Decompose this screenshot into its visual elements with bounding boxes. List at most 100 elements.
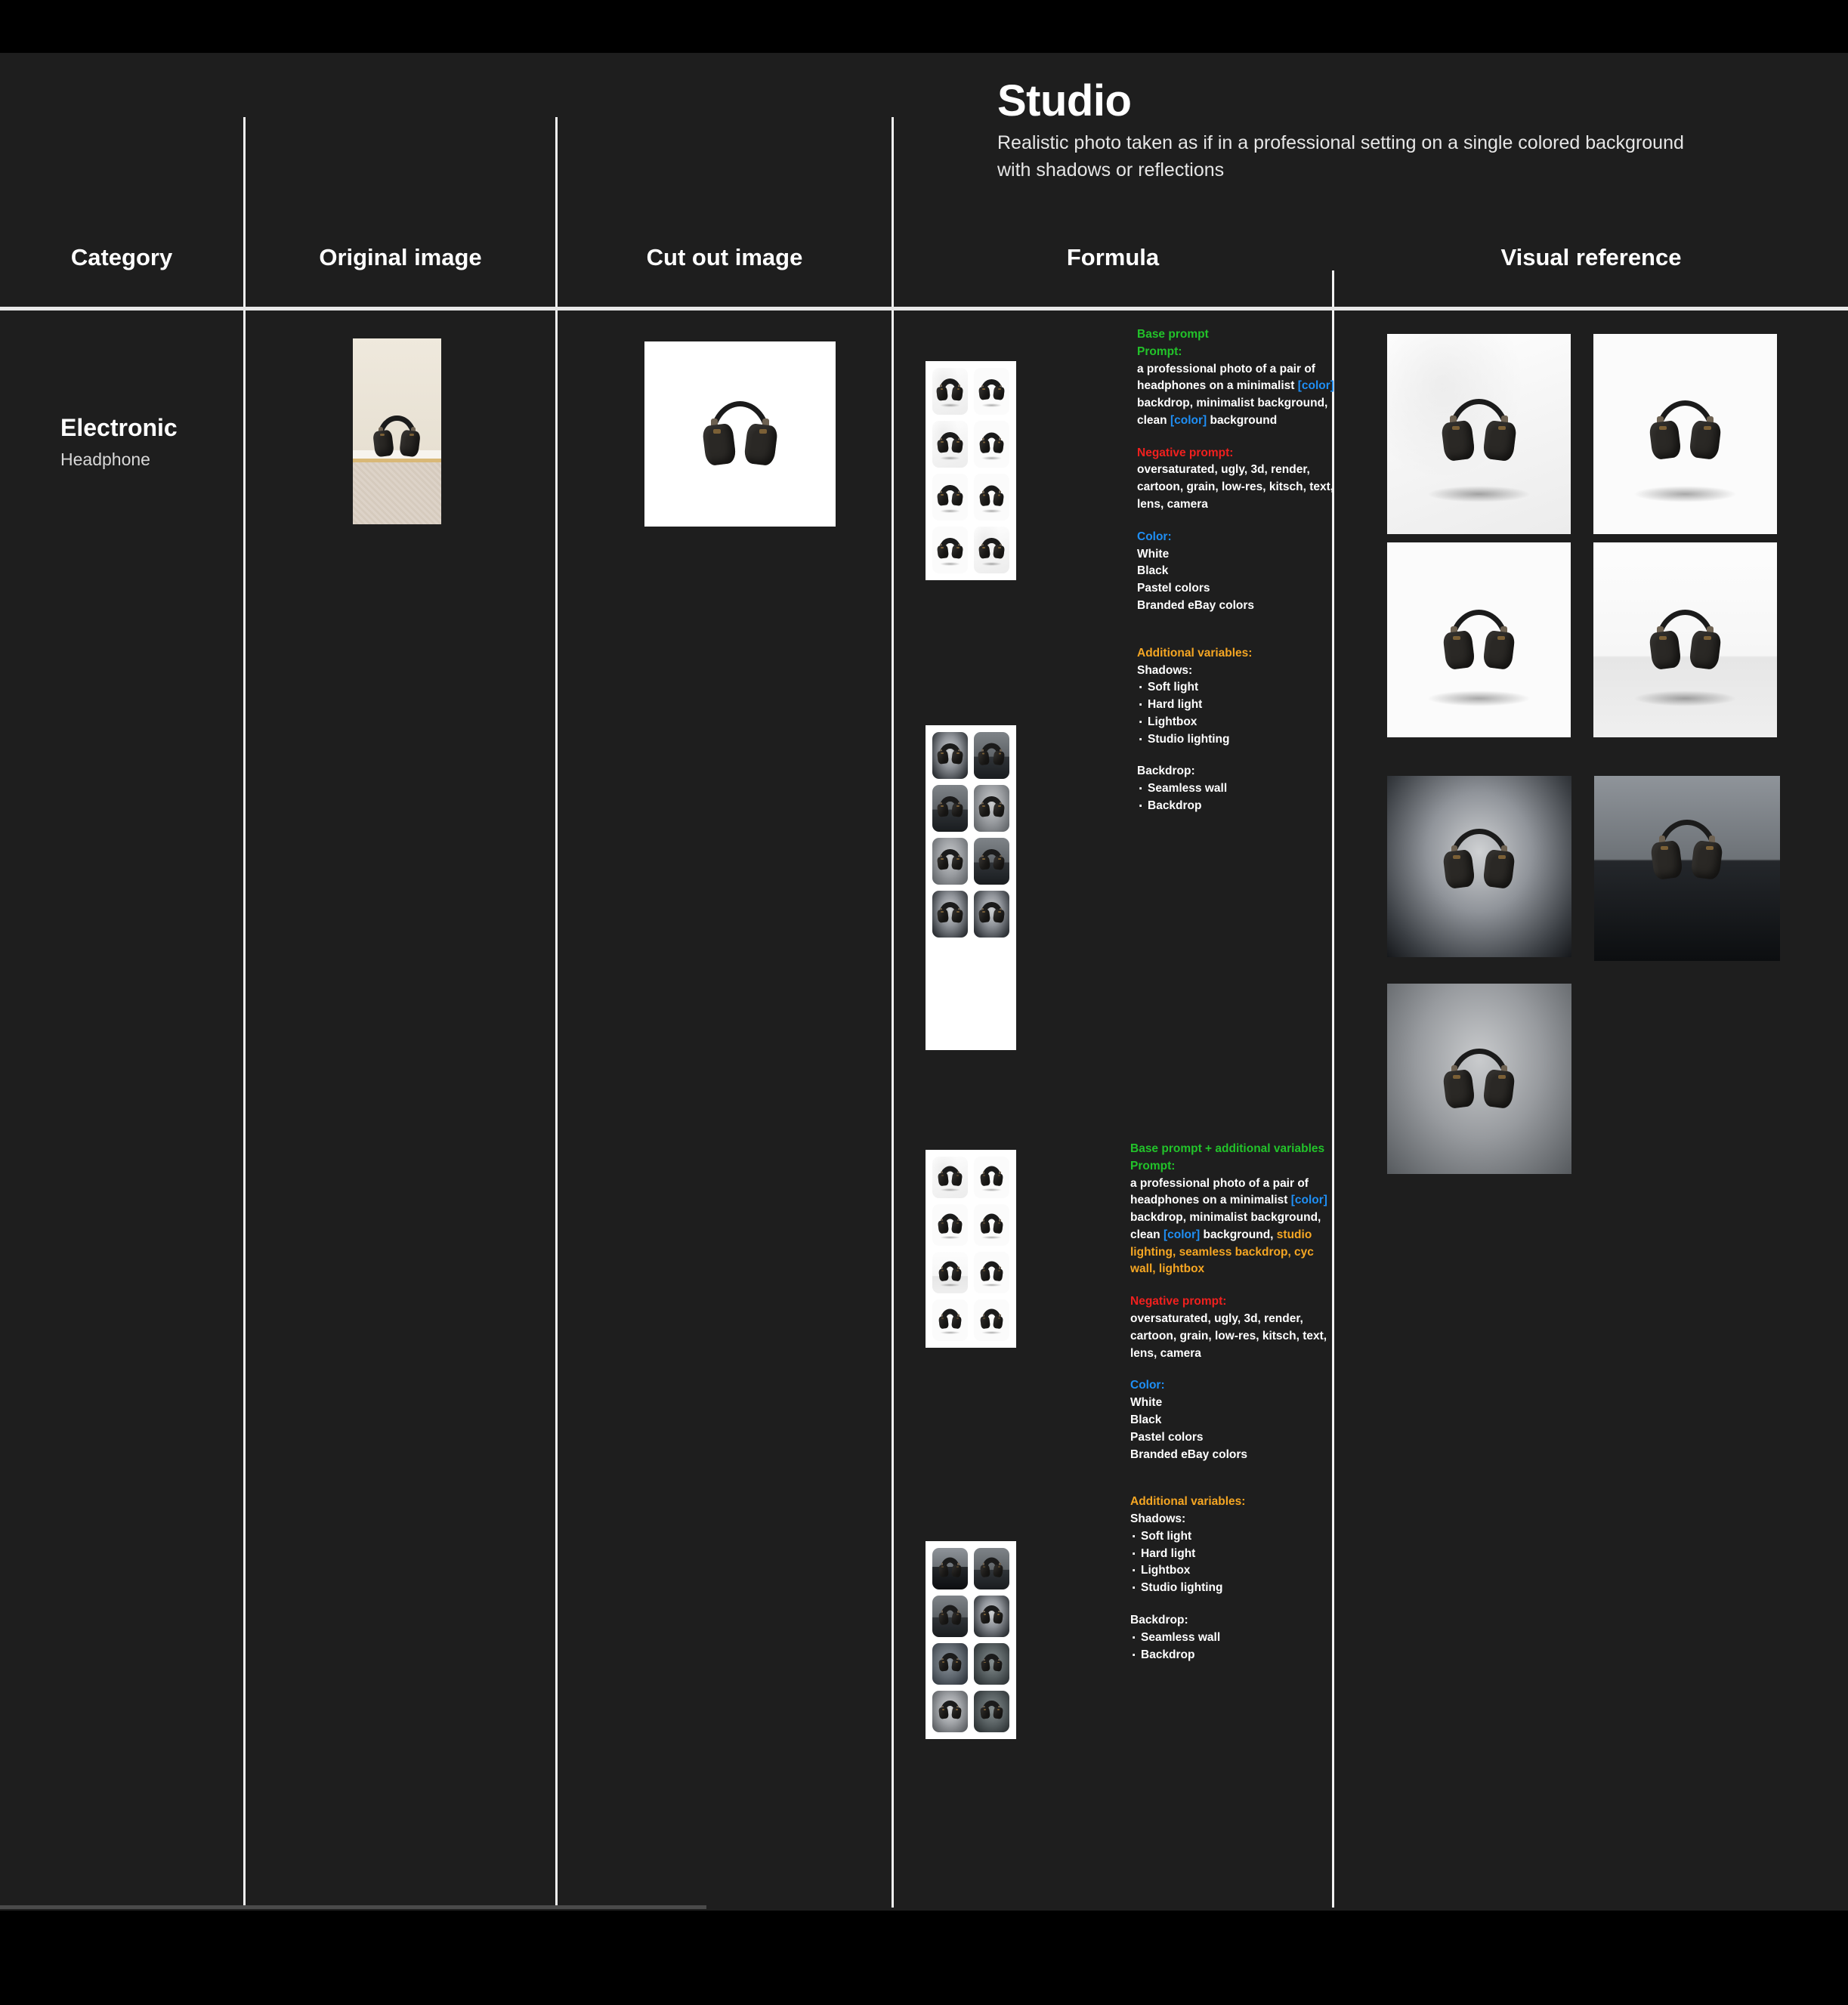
visual-reference-image-7 [1387,984,1571,1174]
grid-thumbnail [932,527,968,573]
cut-out-image [644,341,836,527]
color-option: Black [1137,564,1169,578]
shadows-list-item: Studio lighting [1139,730,1341,751]
base-prompt-label: Base prompt [1137,328,1209,341]
grid-thumbnail [974,1596,1009,1637]
shadows-label: Shadows: [1137,663,1193,677]
color-option: Black [1130,1413,1162,1426]
negative-prompt-text: oversaturated, ugly, 3d, render, cartoon… [1137,463,1334,511]
image-grid-wrapper [932,368,1009,573]
visual-reference-image-2 [1593,334,1777,534]
image-grid-wrapper [932,732,1009,938]
column-header-formula: Formula [1066,244,1160,270]
grid-thumbnail [932,421,968,468]
prompt-color-token: [color] [1170,413,1207,427]
original-image [353,338,441,524]
grid-thumbnail [974,1252,1009,1293]
grid-thumbnail [932,1691,968,1732]
grid-thumbnail [932,1548,968,1589]
prompt-label: Prompt: [1137,344,1182,358]
column-divider-3 [892,117,894,1908]
shadows-list-item: Soft light [1132,1527,1334,1548]
column-divider-1 [243,117,246,1908]
color-option: Pastel colors [1130,1430,1204,1444]
column-header-category: Category [70,244,173,270]
headphone-illustration [1432,605,1526,682]
grid-thumbnail [974,838,1009,885]
backdrop-label: Backdrop: [1137,765,1195,778]
prompt-label: Prompt: [1130,1159,1176,1172]
header-rule [0,307,1848,310]
image-grid-wrapper [932,1157,1009,1341]
headphone-illustration [1640,815,1734,892]
grid-thumbnail [932,1157,968,1198]
image-grid-dark-1 [926,725,1016,1050]
shadows-list-item: Hard light [1132,1544,1334,1565]
image-grid-light-2 [926,1150,1016,1348]
visual-reference-image-4 [1593,542,1777,737]
color-option: Branded eBay colors [1137,598,1255,612]
page-background [0,53,1848,1911]
backdrop-list-item: Seamless wall [1132,1628,1334,1649]
top-black-bar [0,0,1848,53]
prompt-text-part: a professional photo of a pair of headph… [1130,1176,1309,1207]
shadows-label: Shadows: [1130,1512,1186,1526]
grid-thumbnail [974,1548,1009,1589]
shadows-list-item: Lightbox [1139,712,1341,734]
page-title: Studio [997,76,1132,125]
footer-rule [0,1905,706,1909]
prompt-text-part: background, [1200,1228,1277,1241]
formula-block-2: Base prompt + additional variables Promp… [1130,1141,1334,1667]
original-image-floor [353,462,441,524]
shadows-list-item: Hard light [1139,695,1341,716]
color-label: Color: [1130,1379,1165,1392]
visual-reference-image-5 [1387,776,1571,957]
negative-prompt-label: Negative prompt: [1137,446,1234,459]
category-subtitle: Headphone [60,450,150,469]
grid-thumbnail [932,1596,968,1637]
grid-thumbnail [932,1204,968,1246]
shadows-list-item: Soft light [1139,678,1341,699]
column-header-original-image: Original image [319,244,482,270]
headphone-illustration [1639,605,1732,682]
shadows-list: Soft light Hard light Lightbox Studio li… [1130,1527,1334,1599]
grid-thumbnail [932,732,968,779]
grid-thumbnail [974,1691,1009,1732]
base-prompt-label: Base prompt + additional variables [1130,1142,1325,1155]
column-header-visual-reference: Visual reference [1500,244,1682,270]
headphone-illustration [1639,396,1732,473]
prompt-color-token: [color] [1163,1228,1201,1241]
grid-thumbnail [974,732,1009,779]
grid-thumbnail [932,891,968,938]
visual-reference-image-3 [1387,542,1571,737]
grid-thumbnail [974,1299,1009,1341]
negative-prompt-text: oversaturated, ugly, 3d, render, cartoon… [1130,1312,1327,1360]
color-label: Color: [1137,530,1172,543]
grid-thumbnail [932,1643,968,1685]
grid-thumbnail [974,1643,1009,1685]
color-option: White [1130,1396,1163,1410]
color-option: White [1137,547,1170,561]
grid-thumbnail [932,368,968,415]
grid-thumbnail [932,1252,968,1293]
bottom-black-bar [0,1911,1848,2005]
backdrop-label: Backdrop: [1130,1613,1188,1627]
grid-thumbnail [974,421,1009,468]
image-grid-wrapper [932,1548,1009,1732]
prompt-text-part: a professional photo of a pair of headph… [1137,362,1315,393]
image-grid-light-1 [926,361,1016,580]
grid-thumbnail [974,368,1009,415]
category-title: Electronic [60,414,178,441]
headphone-illustration [1432,824,1526,901]
negative-prompt-label: Negative prompt: [1130,1295,1227,1308]
visual-reference-image-1 [1387,334,1571,534]
headphone-illustration [692,396,789,479]
grid-thumbnail [932,1299,968,1341]
backdrop-list: Seamless wall Backdrop [1130,1628,1334,1667]
grid-thumbnail [974,785,1009,832]
headphone-illustration [1431,394,1528,474]
headphone-illustration [366,412,428,465]
prompt-text-part: background [1207,413,1278,427]
additional-variables-label: Additional variables: [1130,1495,1246,1509]
backdrop-list-item: Backdrop [1132,1645,1334,1667]
